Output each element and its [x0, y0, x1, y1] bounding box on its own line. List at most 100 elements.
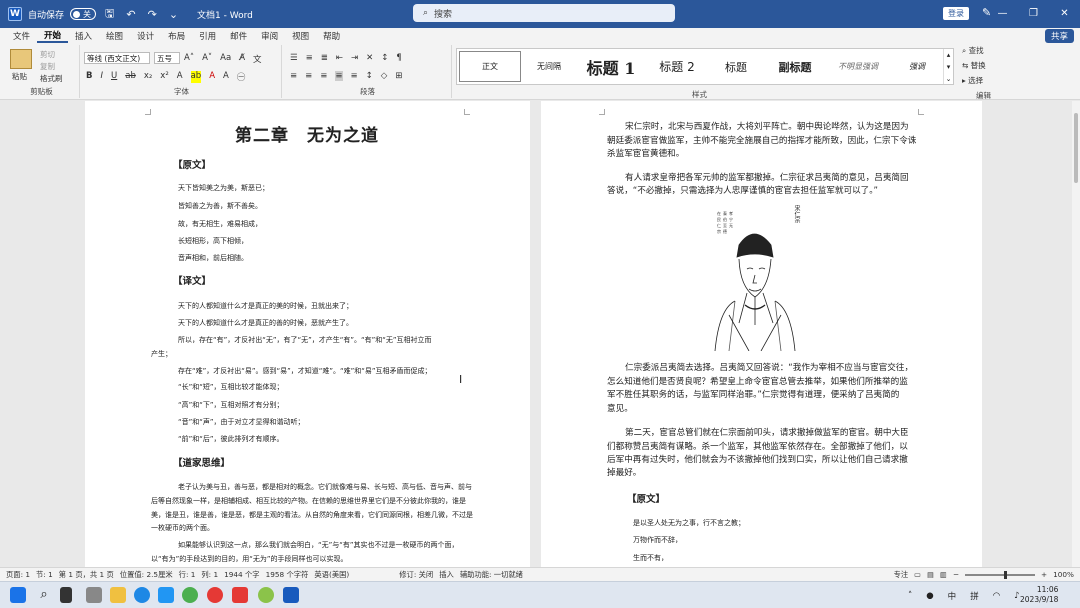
- word-taskbar-icon[interactable]: [283, 587, 299, 603]
- app-icon[interactable]: [232, 587, 248, 603]
- underline-icon[interactable]: U: [111, 71, 117, 83]
- close-button[interactable]: ✕: [1049, 0, 1080, 28]
- app-icon[interactable]: [258, 587, 274, 603]
- bold-icon[interactable]: B: [86, 71, 92, 83]
- autosave-toggle[interactable]: 关: [70, 8, 97, 20]
- save-icon[interactable]: 🖫: [102, 5, 117, 24]
- tab-layout[interactable]: 布局: [161, 30, 192, 42]
- status-line[interactable]: 行: 1: [179, 570, 196, 580]
- minimize-button[interactable]: —: [987, 0, 1018, 28]
- status-page[interactable]: 页面: 1: [6, 570, 30, 580]
- print-layout-icon[interactable]: ▤: [927, 570, 934, 579]
- align-left-icon[interactable]: ≡: [290, 71, 297, 81]
- subscript-icon[interactable]: x₂: [144, 71, 152, 83]
- zoom-slider[interactable]: [965, 570, 1035, 579]
- style-subtle-emphasis[interactable]: 不明显强调: [825, 49, 891, 84]
- grow-font-icon[interactable]: A˄: [184, 53, 194, 65]
- style-subtitle[interactable]: 副标题: [765, 49, 825, 84]
- tab-file[interactable]: 文件: [6, 30, 37, 42]
- chrome-icon[interactable]: [207, 587, 223, 603]
- zoom-level[interactable]: 100%: [1053, 570, 1074, 579]
- restore-button[interactable]: ❐: [1018, 0, 1049, 28]
- tab-review[interactable]: 审阅: [254, 30, 285, 42]
- format-painter-button[interactable]: 格式刷: [40, 73, 63, 84]
- document-area[interactable]: 第二章 无为之道 【原文】 天下皆知美之为美，斯恶已； 皆知善之为善，斯不善矣。…: [0, 101, 1080, 567]
- focus-mode-button[interactable]: 专注: [894, 570, 909, 580]
- style-no-spacing[interactable]: 无间隔: [523, 49, 575, 84]
- status-section[interactable]: 节: 1: [36, 570, 53, 580]
- edge-icon[interactable]: [134, 587, 150, 603]
- font-name-select[interactable]: 等线 (西文正文): [84, 52, 150, 64]
- scrollbar-thumb[interactable]: [1074, 113, 1078, 183]
- status-page-count[interactable]: 第 1 页，共 1 页: [59, 570, 114, 580]
- status-insert-mode[interactable]: 插入: [439, 570, 454, 580]
- lang-indicator[interactable]: 中: [948, 590, 957, 602]
- justify-icon[interactable]: ≡: [335, 71, 343, 81]
- styles-scroll[interactable]: ▴ ▾ ⌄: [943, 49, 953, 84]
- bullets-icon[interactable]: ☰: [290, 53, 298, 63]
- start-icon[interactable]: [10, 587, 26, 603]
- line-spacing-icon[interactable]: ↕: [366, 71, 373, 81]
- search-input[interactable]: ⌕ 搜索: [413, 4, 675, 22]
- share-button[interactable]: 共享: [1044, 29, 1074, 43]
- style-normal[interactable]: 正文: [459, 51, 521, 82]
- tab-home[interactable]: 开始: [37, 29, 69, 43]
- login-button[interactable]: 登录: [943, 7, 969, 20]
- font-color-icon[interactable]: A: [209, 71, 215, 83]
- text-effects-icon[interactable]: A: [177, 71, 183, 83]
- status-column[interactable]: 列: 1: [201, 570, 218, 580]
- tab-draw[interactable]: 绘图: [99, 30, 130, 42]
- phonetic-icon[interactable]: 文: [253, 53, 262, 65]
- page-2[interactable]: 宋仁宗时，北宋与西夏作战，大将刘平阵亡。朝中舆论哗然，认为这是因为 朝廷委派宦官…: [541, 101, 982, 567]
- increase-indent-icon[interactable]: ⇥: [351, 53, 358, 63]
- read-mode-icon[interactable]: ▭: [914, 570, 921, 579]
- file-explorer-icon[interactable]: [110, 587, 126, 603]
- chrome-icon[interactable]: [182, 587, 198, 603]
- superscript-icon[interactable]: x²: [160, 71, 168, 83]
- align-center-icon[interactable]: ≡: [305, 71, 312, 81]
- chevron-up-icon[interactable]: ˄: [908, 591, 912, 601]
- zoom-out-icon[interactable]: −: [953, 570, 959, 579]
- undo-icon[interactable]: ↶: [123, 8, 138, 21]
- status-char-count[interactable]: 1958 个字符: [266, 570, 309, 580]
- volume-icon[interactable]: ♪: [1014, 591, 1019, 601]
- align-right-icon[interactable]: ≡: [320, 71, 327, 81]
- decrease-indent-icon[interactable]: ⇤: [336, 53, 343, 63]
- enclose-char-icon[interactable]: ㊀: [237, 71, 246, 83]
- status-track-changes[interactable]: 修订: 关闭: [399, 570, 433, 580]
- page-1[interactable]: 第二章 无为之道 【原文】 天下皆知美之为美，斯恶已； 皆知善之为善，斯不善矣。…: [85, 101, 530, 567]
- char-shading-icon[interactable]: A: [223, 71, 229, 83]
- tab-help[interactable]: 帮助: [316, 30, 347, 42]
- app-tray-icon[interactable]: ●: [926, 591, 933, 601]
- font-size-select[interactable]: 五号: [154, 52, 180, 64]
- task-view-icon[interactable]: [60, 587, 72, 603]
- zoom-in-icon[interactable]: +: [1041, 570, 1047, 579]
- paste-button[interactable]: 粘贴: [12, 71, 27, 82]
- tab-mailings[interactable]: 邮件: [223, 30, 254, 42]
- style-title[interactable]: 标题: [707, 49, 765, 84]
- change-case-icon[interactable]: Aa: [220, 53, 231, 65]
- sort-icon[interactable]: ↕: [381, 53, 388, 63]
- chinese-layout-icon[interactable]: ✕: [366, 53, 373, 63]
- tab-design[interactable]: 设计: [130, 30, 161, 42]
- show-marks-icon[interactable]: ¶: [396, 53, 401, 63]
- tab-references[interactable]: 引用: [192, 30, 223, 42]
- shrink-font-icon[interactable]: A˅: [202, 53, 212, 65]
- strikethrough-icon[interactable]: ab: [125, 71, 136, 83]
- find-button[interactable]: ⌕ 查找: [962, 45, 991, 56]
- redo-icon[interactable]: ↷: [145, 8, 160, 21]
- copy-button[interactable]: 复制: [40, 61, 55, 72]
- status-language[interactable]: 英语(美国): [314, 570, 349, 580]
- customize-toolbar-icon[interactable]: ⌄: [166, 8, 181, 21]
- shading-icon[interactable]: ◇: [381, 71, 388, 81]
- tab-insert[interactable]: 插入: [68, 30, 99, 42]
- status-position[interactable]: 位置值: 2.5厘米: [120, 570, 173, 580]
- distributed-icon[interactable]: ≡: [351, 71, 358, 81]
- borders-icon[interactable]: ⊞: [395, 71, 402, 81]
- ime-indicator[interactable]: 拼: [970, 590, 979, 602]
- italic-icon[interactable]: I: [100, 71, 103, 83]
- web-layout-icon[interactable]: ▥: [940, 570, 947, 579]
- clock[interactable]: 11:06 2023/9/18: [1020, 585, 1058, 605]
- search-icon[interactable]: ⌕: [36, 587, 52, 603]
- style-heading-2[interactable]: 标题 2: [647, 49, 707, 84]
